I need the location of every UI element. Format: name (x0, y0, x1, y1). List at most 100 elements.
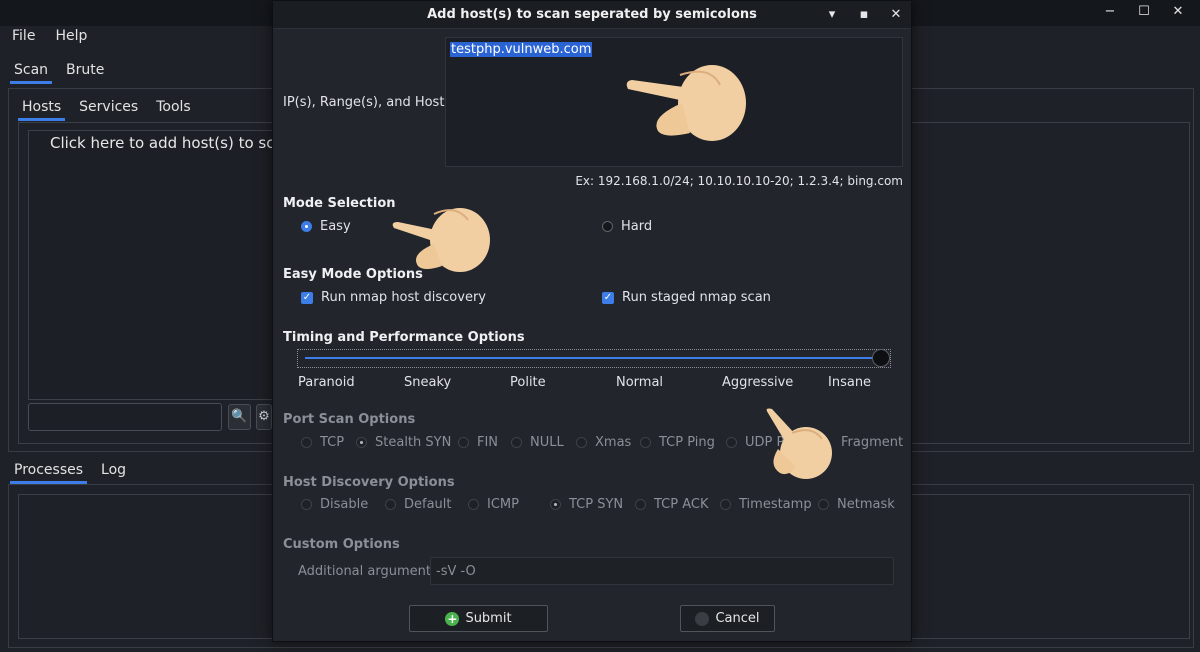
timing-tick-label: Insane (828, 375, 872, 390)
radio-icon (468, 499, 479, 510)
discovery-option-label: Timestamp (739, 497, 812, 512)
discovery-default-radio[interactable]: Default (385, 497, 452, 512)
timing-tick-label: Polite (510, 375, 546, 390)
radio-icon (635, 499, 646, 510)
hosts-label: IP(s), Range(s), and Host(s) (283, 95, 462, 110)
timing-slider-handle[interactable] (872, 349, 890, 367)
radio-icon (726, 437, 737, 448)
main-window-controls: − ☐ ✕ (1102, 4, 1186, 19)
menubar: File Help (0, 28, 87, 48)
port-fragment-radio[interactable]: Fragment (841, 435, 903, 450)
radio-icon (356, 437, 367, 448)
dialog-close-button[interactable]: ✕ (889, 7, 903, 22)
maximize-button[interactable]: ☐ (1136, 4, 1152, 19)
settings-button[interactable]: ⚙ (256, 404, 272, 430)
radio-icon (576, 437, 587, 448)
host-discovery-checkbox[interactable]: ✓ Run nmap host discovery (301, 290, 486, 305)
add-icon: + (445, 611, 460, 626)
submit-button[interactable]: + Submit (409, 605, 548, 632)
port-scan-title: Port Scan Options (283, 412, 416, 427)
cancel-label: Cancel (715, 611, 760, 626)
radio-icon (511, 437, 522, 448)
host-discovery-title: Host Discovery Options (283, 475, 455, 490)
settings-icon: ⚙ (258, 409, 270, 424)
discovery-disable-radio[interactable]: Disable (301, 497, 368, 512)
checkbox-checked-icon: ✓ (301, 291, 313, 304)
discovery-option-label: ICMP (487, 497, 519, 512)
sub-tabs: Hosts Services Tools (18, 99, 195, 121)
mode-selection-title: Mode Selection (283, 196, 396, 211)
discovery-option-label: Netmask (837, 497, 895, 512)
radio-icon (301, 437, 312, 448)
cancel-button[interactable]: Cancel (680, 605, 775, 632)
discovery-timestamp-radio[interactable]: Timestamp (720, 497, 812, 512)
port-fin-radio[interactable]: FIN (458, 435, 498, 450)
mode-hard-radio[interactable]: Hard (602, 219, 652, 234)
custom-options-title: Custom Options (283, 537, 400, 552)
cancel-icon (695, 611, 710, 626)
add-host-hint[interactable]: Click here to add host(s) to scop (50, 134, 293, 152)
additional-arguments-label: Additional arguments (298, 564, 438, 579)
hosts-list[interactable] (28, 130, 278, 400)
port-xmas-radio[interactable]: Xmas (576, 435, 631, 450)
main-tabs: Scan Brute (10, 62, 108, 84)
tab-log[interactable]: Log (97, 462, 130, 484)
discovery-netmask-radio[interactable]: Netmask (818, 497, 895, 512)
discovery-option-label: TCP ACK (654, 497, 709, 512)
port-option-label: FIN (477, 435, 499, 450)
timing-tick-label: Paranoid (298, 375, 355, 390)
host-discovery-label: Run nmap host discovery (321, 290, 486, 305)
radio-icon (720, 499, 731, 510)
tab-hosts[interactable]: Hosts (18, 99, 66, 121)
radio-icon (602, 221, 613, 232)
discovery-icmp-radio[interactable]: ICMP (468, 497, 519, 512)
submit-label: Submit (465, 611, 512, 626)
port-option-label: NULL (530, 435, 564, 450)
minimize-button[interactable]: − (1102, 4, 1118, 19)
port-option-label: Fragment (841, 435, 904, 450)
radio-icon (301, 221, 312, 232)
pointer-hand-icon (626, 65, 746, 141)
add-hosts-dialog: Add host(s) to scan seperated by semicol… (272, 0, 912, 642)
additional-arguments-input[interactable]: -sV -O (430, 557, 894, 585)
radio-icon (385, 499, 396, 510)
tab-services[interactable]: Services (75, 99, 142, 121)
hosts-value: testphp.vulnweb.com (450, 42, 593, 57)
hosts-example: Ex: 192.168.1.0/24; 10.10.10.10-20; 1.2.… (575, 174, 903, 188)
timing-tick-label: Sneaky (404, 375, 452, 390)
discovery-option-label: Default (404, 497, 452, 512)
dialog-menu-button[interactable]: ▾ (825, 7, 839, 22)
tab-scan[interactable]: Scan (10, 62, 53, 84)
port-null-radio[interactable]: NULL (511, 435, 564, 450)
pointer-hand-icon (392, 208, 490, 272)
tab-brute[interactable]: Brute (62, 62, 108, 84)
mode-easy-label: Easy (320, 219, 351, 234)
discovery-option-label: TCP SYN (569, 497, 624, 512)
tab-tools[interactable]: Tools (152, 99, 195, 121)
mode-easy-radio[interactable]: Easy (301, 219, 351, 234)
search-button[interactable]: 🔍 (228, 404, 251, 430)
tab-processes[interactable]: Processes (10, 462, 88, 484)
port-option-label: TCP Ping (659, 435, 715, 450)
staged-scan-label: Run staged nmap scan (622, 290, 771, 305)
mode-hard-label: Hard (621, 219, 653, 234)
port-stealth-syn-radio[interactable]: Stealth SYN (356, 435, 451, 450)
discovery-tcp-ack-radio[interactable]: TCP ACK (635, 497, 709, 512)
port-tcp-radio[interactable]: TCP (301, 435, 344, 450)
staged-scan-checkbox[interactable]: ✓ Run staged nmap scan (602, 290, 771, 305)
dialog-maximize-button[interactable]: ▪ (857, 7, 871, 22)
additional-arguments-value: -sV -O (436, 564, 476, 579)
radio-icon (458, 437, 469, 448)
menu-help[interactable]: Help (55, 28, 87, 48)
search-icon: 🔍 (231, 409, 248, 424)
checkbox-checked-icon: ✓ (602, 291, 614, 304)
host-filter-input[interactable] (28, 403, 222, 431)
menu-file[interactable]: File (12, 28, 35, 48)
dialog-window-controls: ▾ ▪ ✕ (825, 7, 911, 22)
port-tcp-ping-radio[interactable]: TCP Ping (640, 435, 715, 450)
discovery-tcp-syn-radio[interactable]: TCP SYN (550, 497, 623, 512)
close-button[interactable]: ✕ (1170, 4, 1186, 19)
discovery-option-label: Disable (320, 497, 369, 512)
port-option-label: Stealth SYN (375, 435, 452, 450)
pointer-hand-icon (766, 408, 832, 479)
